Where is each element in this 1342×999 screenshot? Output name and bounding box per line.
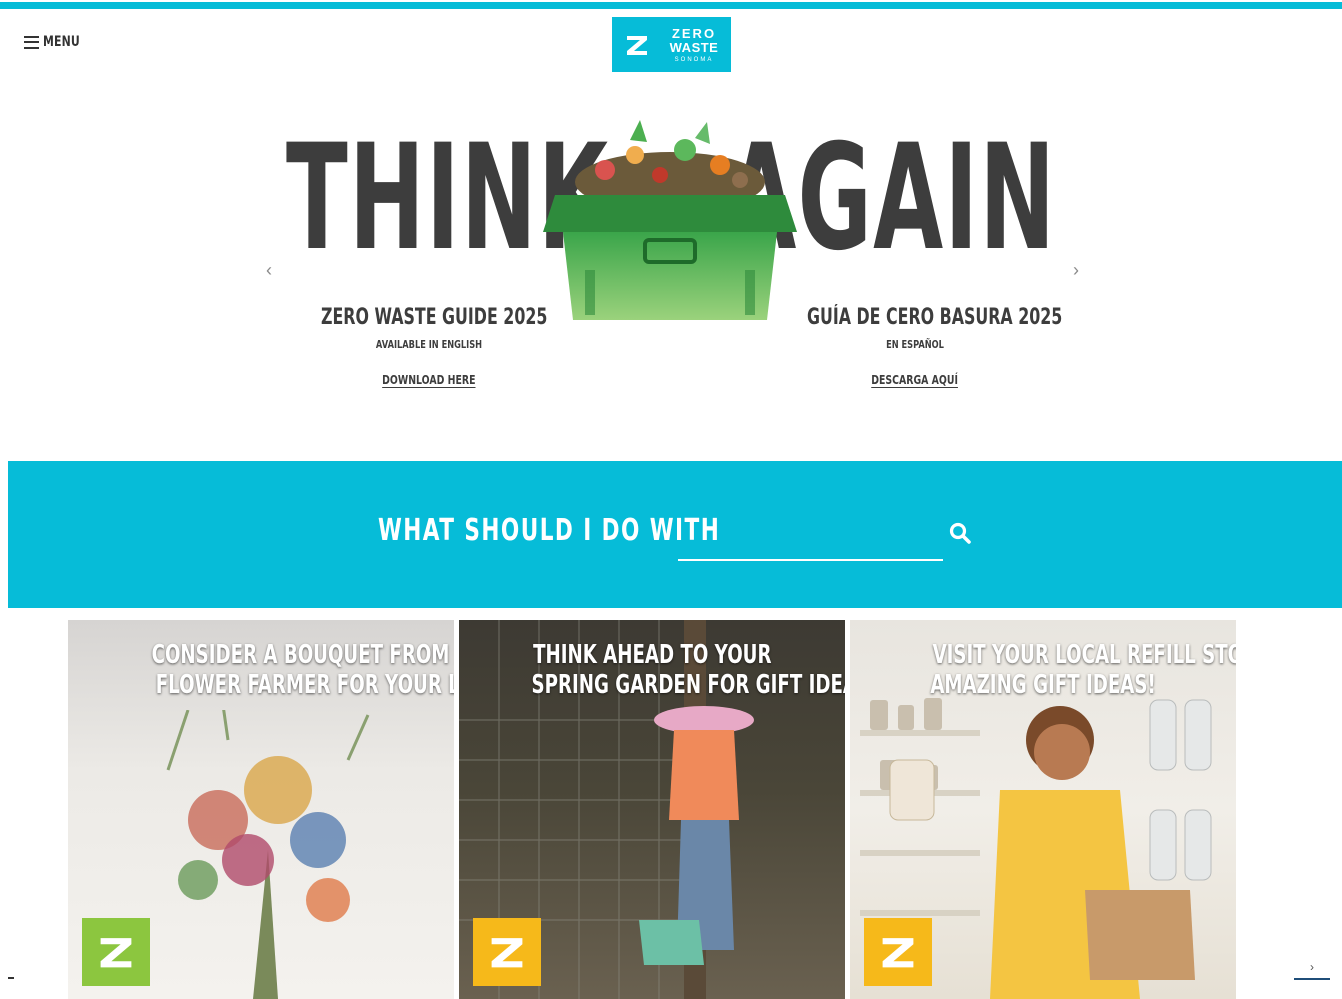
search-input[interactable]: [678, 511, 943, 561]
card-spring-garden[interactable]: THINK AHEAD TO YOUR SPRING GARDEN FOR GI…: [459, 620, 845, 999]
chevron-left-icon: ‹: [266, 259, 272, 280]
logo-word-sonoma: SONOMA: [674, 56, 714, 63]
card-1-line-1: CONSIDER A BOUQUET FROM A LOCAL: [151, 640, 454, 670]
card-2-line-1: THINK AHEAD TO YOUR: [532, 640, 772, 670]
gift-ideas-gallery: CONSIDER A BOUQUET FROM A LOCAL FLOWER F…: [15, 620, 1292, 999]
chevron-right-icon: ›: [1310, 960, 1314, 974]
carousel-prev-button[interactable]: ‹: [259, 260, 279, 280]
z-badge-icon: [82, 918, 150, 986]
gallery-prev-indicator[interactable]: [8, 977, 14, 979]
hamburger-icon: [24, 35, 39, 49]
guide-en-subtitle: AVAILABLE IN ENGLISH: [375, 338, 483, 351]
card-flower-bouquet[interactable]: CONSIDER A BOUQUET FROM A LOCAL FLOWER F…: [68, 620, 454, 999]
z-logo-icon: [614, 19, 659, 70]
chevron-right-icon: ›: [1073, 259, 1079, 280]
logo-word-zero: ZERO: [671, 25, 717, 41]
descarga-aqui-link[interactable]: DESCARGA AQUÍ: [872, 373, 959, 387]
bouquet-illustration: [166, 710, 370, 999]
guide-es-subtitle: EN ESPAÑOL: [886, 338, 944, 351]
card-refill-store[interactable]: VISIT YOUR LOCAL REFILL STORE FOR AMAZIN…: [850, 620, 1236, 999]
compost-bin-illustration: [543, 120, 797, 320]
search-label: WHAT SHOULD I DO WITH: [378, 513, 721, 548]
guide-es-title: GUÍA DE CERO BASURA 2025: [807, 305, 1063, 330]
search-icon[interactable]: [948, 521, 972, 545]
gallery-next-button[interactable]: ›: [1294, 956, 1330, 980]
zero-waste-sonoma-logo[interactable]: ZERO WASTE SONOMA: [612, 17, 731, 72]
card-3-line-1: VISIT YOUR LOCAL REFILL STORE FOR: [932, 640, 1236, 670]
card-2-line-2: SPRING GARDEN FOR GIFT IDEAS: [531, 670, 845, 700]
carousel-next-button[interactable]: ›: [1066, 260, 1086, 280]
guide-en-title: ZERO WASTE GUIDE 2025: [321, 305, 548, 330]
guide-spanish: GUÍA DE CERO BASURA 2025 EN ESPAÑOL DESC…: [765, 305, 1065, 389]
menu-label: MENU: [43, 34, 80, 50]
download-here-link[interactable]: DOWNLOAD HERE: [382, 373, 475, 387]
search-band: WHAT SHOULD I DO WITH: [8, 461, 1342, 608]
z-badge-icon: [864, 918, 932, 986]
z-badge-icon: [473, 918, 541, 986]
card-1-line-2: FLOWER FARMER FOR YOUR LOVED ONE: [155, 670, 454, 700]
guide-english: ZERO WASTE GUIDE 2025 AVAILABLE IN ENGLI…: [279, 305, 579, 389]
hero-carousel: THINK AGAIN ‹ › ZERO WASTE GUIDE 2025 AV…: [0, 90, 1342, 460]
menu-button[interactable]: MENU: [24, 34, 90, 50]
card-3-line-2: AMAZING GIFT IDEAS!: [930, 670, 1156, 700]
logo-word-waste: WASTE: [669, 39, 719, 55]
top-accent-stripe: [0, 2, 1342, 9]
